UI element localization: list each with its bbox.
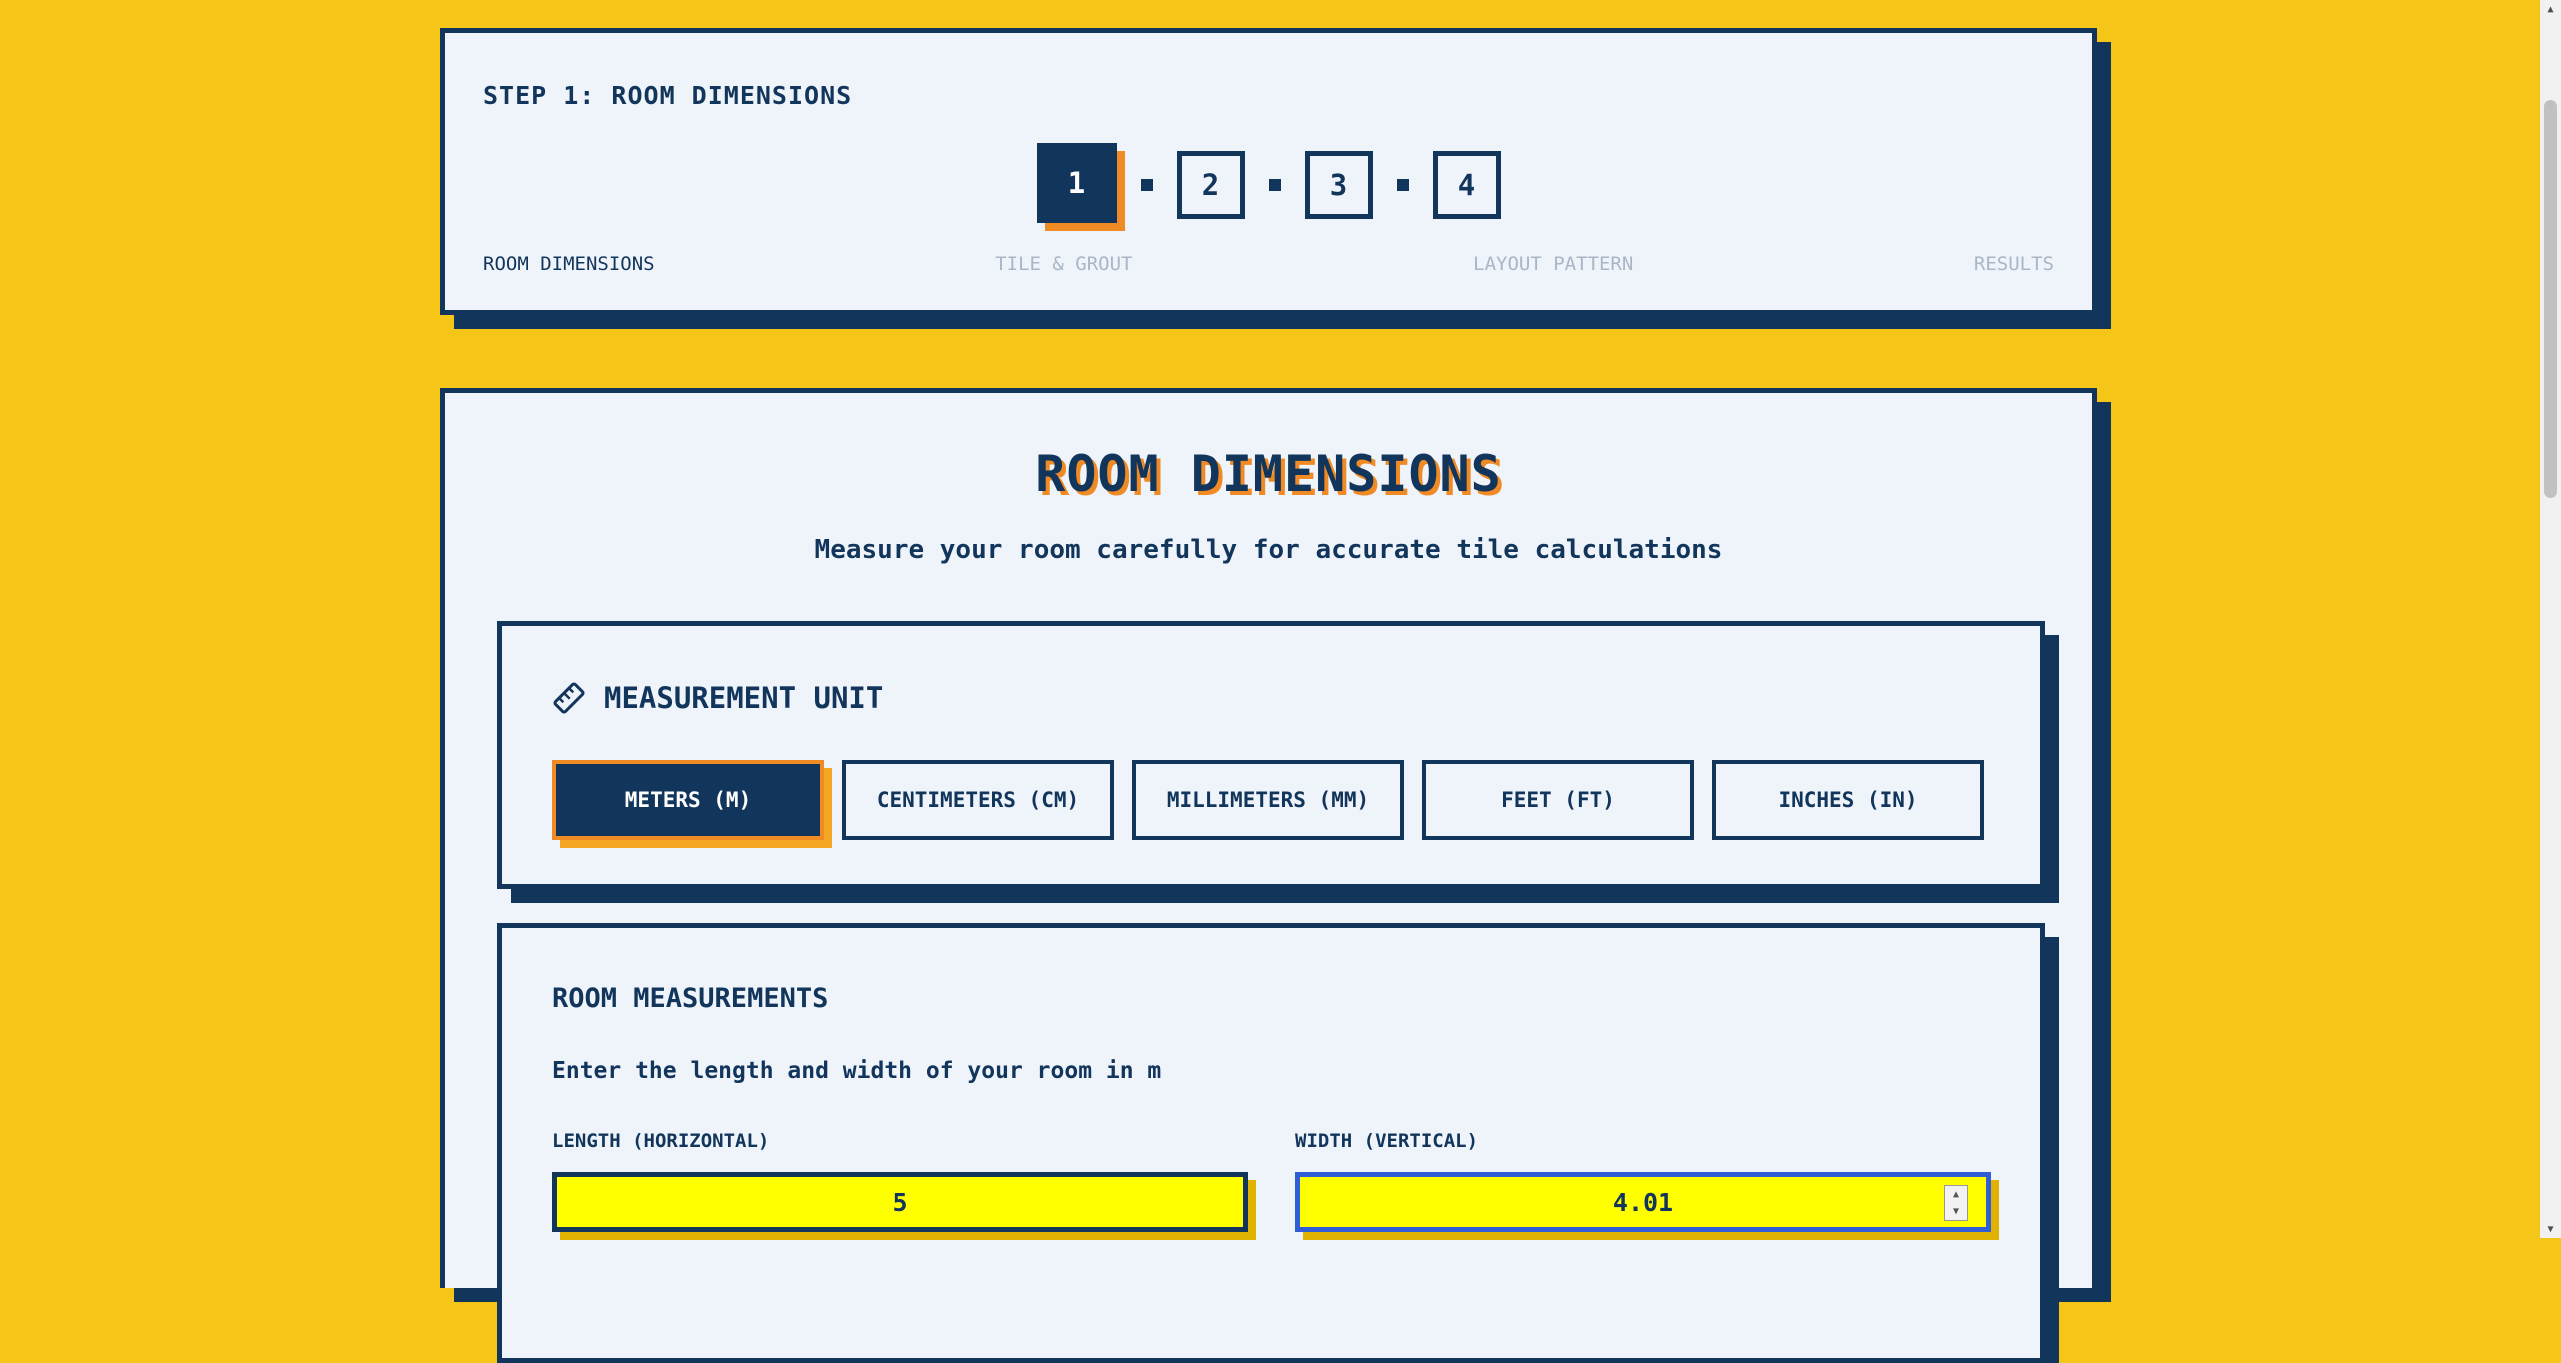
number-spinner[interactable]: ▲ ▼: [1944, 1185, 1968, 1221]
step-label-layout-pattern: LAYOUT PATTERN: [1473, 253, 1634, 275]
step-labels: ROOM DIMENSIONS TILE & GROUT LAYOUT PATT…: [483, 253, 2054, 275]
length-field: LENGTH (HORIZONTAL) 5: [552, 1130, 1248, 1232]
unit-selector: METERS (M) CENTIMETERS (CM) MILLIMETERS …: [552, 760, 1984, 840]
step-heading: STEP 1: ROOM DIMENSIONS: [483, 81, 853, 110]
vertical-scrollbar[interactable]: ▲ ▼: [2540, 0, 2561, 1238]
step-4-box[interactable]: 4: [1432, 151, 1501, 219]
width-input[interactable]: 4.01 ▲ ▼: [1295, 1172, 1991, 1232]
page-title: ROOM DIMENSIONS: [1035, 445, 1502, 503]
measurement-unit-heading: MEASUREMENT UNIT: [604, 681, 884, 715]
step-separator: [1268, 179, 1281, 191]
step-separator: [1396, 179, 1409, 191]
room-measurements-description: Enter the length and width of your room …: [552, 1058, 1162, 1084]
scroll-up-icon[interactable]: ▲: [2540, 0, 2561, 18]
measurement-unit-header: MEASUREMENT UNIT: [552, 681, 883, 715]
room-measurements-heading: ROOM MEASUREMENTS: [552, 983, 829, 1014]
step-indicator: 1 2 3 4: [445, 143, 2092, 223]
length-label: LENGTH (HORIZONTAL): [552, 1130, 770, 1152]
step-label-room-dimensions: ROOM DIMENSIONS: [483, 253, 655, 275]
step-label-tile-grout: TILE & GROUT: [995, 253, 1133, 275]
step-1-box[interactable]: 1: [1036, 143, 1117, 223]
ruler-icon: [553, 682, 585, 714]
page: STEP 1: ROOM DIMENSIONS 1 2 3 4 ROOM DIM…: [0, 0, 2540, 1363]
page-subtitle: Measure your room carefully for accurate…: [814, 535, 1723, 565]
width-label: WIDTH (VERTICAL): [1295, 1130, 1479, 1152]
unit-meters-button[interactable]: METERS (M): [552, 760, 824, 840]
unit-inches-button[interactable]: INCHES (IN): [1712, 760, 1984, 840]
spinner-up-icon[interactable]: ▲: [1953, 1189, 1959, 1200]
room-dimensions-card: ROOM DIMENSIONS Measure your room carefu…: [440, 388, 2097, 1363]
step-label-results: RESULTS: [1973, 253, 2054, 275]
measurement-unit-panel: MEASUREMENT UNIT METERS (M) CENTIMETERS …: [497, 621, 2045, 889]
length-input[interactable]: 5: [552, 1172, 1248, 1232]
width-input-value: 4.01: [1612, 1187, 1674, 1217]
spinner-down-icon[interactable]: ▼: [1953, 1206, 1959, 1217]
step-separator: [1140, 179, 1153, 191]
unit-millimeters-button[interactable]: MILLIMETERS (MM): [1132, 760, 1404, 840]
unit-centimeters-button[interactable]: CENTIMETERS (CM): [842, 760, 1114, 840]
step-2-box[interactable]: 2: [1176, 151, 1245, 219]
room-measurements-panel: ROOM MEASUREMENTS Enter the length and w…: [497, 923, 2045, 1363]
step-3-box[interactable]: 3: [1304, 151, 1373, 219]
scrollbar-thumb[interactable]: [2544, 100, 2557, 498]
scroll-down-icon[interactable]: ▼: [2540, 1220, 2561, 1238]
step-progress-card: STEP 1: ROOM DIMENSIONS 1 2 3 4 ROOM DIM…: [440, 28, 2097, 315]
unit-feet-button[interactable]: FEET (FT): [1422, 760, 1694, 840]
width-field: WIDTH (VERTICAL) 4.01 ▲ ▼: [1295, 1130, 1991, 1232]
